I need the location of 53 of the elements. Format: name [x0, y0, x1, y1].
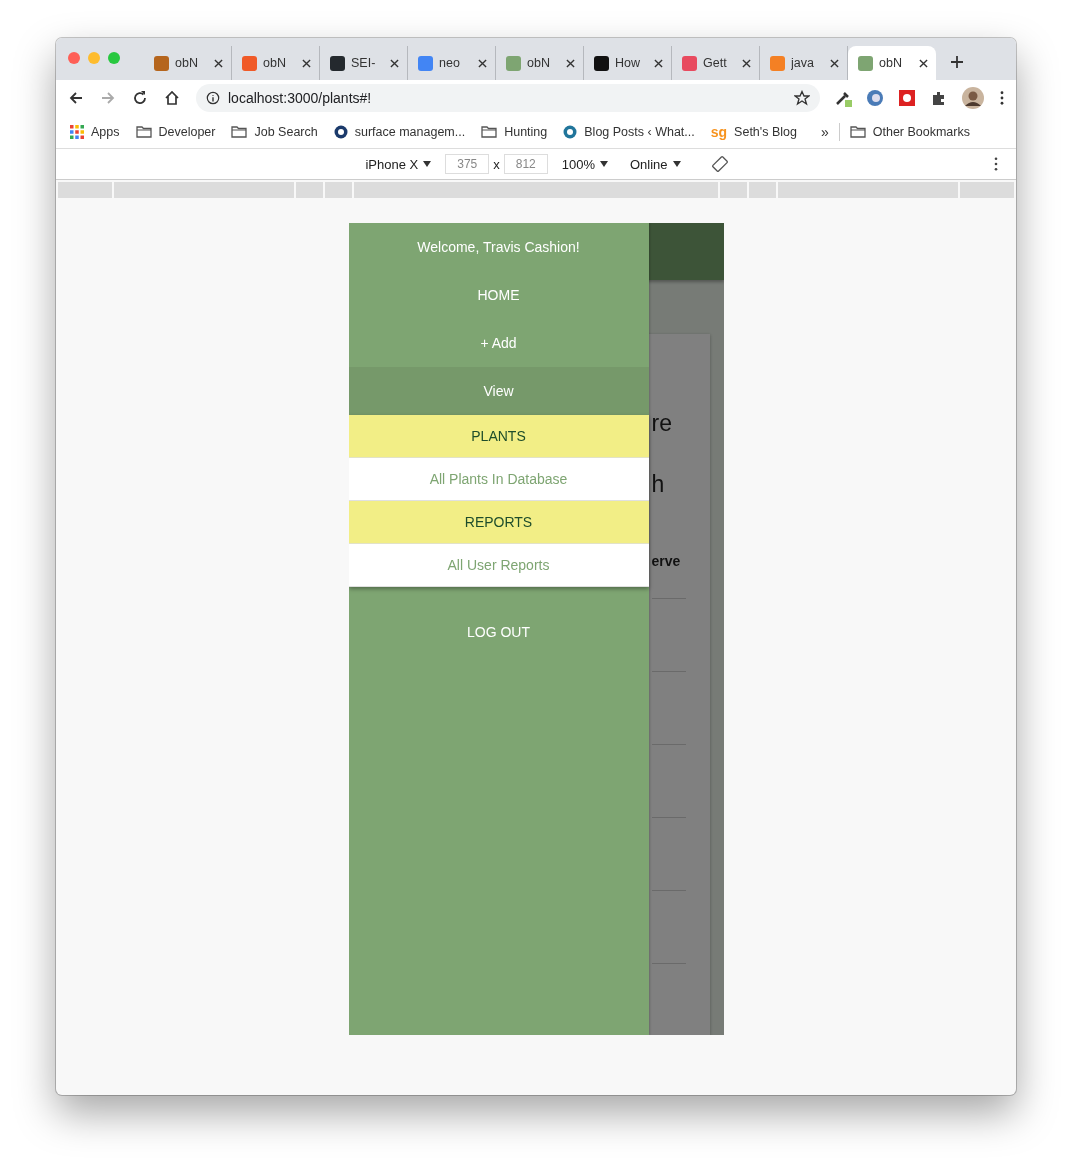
- folder-icon: [135, 125, 152, 138]
- height-field[interactable]: 812: [503, 154, 548, 174]
- close-icon[interactable]: [478, 58, 487, 68]
- reload-icon[interactable]: [132, 89, 148, 106]
- new-tab-icon[interactable]: [950, 55, 964, 69]
- back-icon[interactable]: [68, 89, 84, 106]
- bookmark[interactable]: Apps: [70, 124, 120, 139]
- extension-icon[interactable]: [898, 88, 916, 107]
- star-icon[interactable]: [794, 89, 810, 106]
- menu-heading: REPORTS: [348, 501, 649, 544]
- network-dropdown[interactable]: Online: [629, 156, 681, 172]
- rotate-icon[interactable]: [710, 155, 729, 173]
- close-icon[interactable]: [302, 58, 311, 68]
- welcome-text: Welcome, Travis Cashion!: [416, 238, 581, 257]
- home-icon[interactable]: [164, 89, 180, 106]
- bookmark[interactable]: sg Seth's Blog: [710, 123, 797, 140]
- bookmark[interactable]: Blog Posts ‹ What...: [563, 124, 695, 139]
- page-text: h: [651, 471, 666, 498]
- page-text: erve: [651, 553, 682, 569]
- bookmark[interactable]: Other Bookmarks: [849, 124, 970, 139]
- device-dropdown[interactable]: iPhone X: [365, 156, 432, 172]
- apps-grid-icon: [70, 124, 84, 139]
- caret-icon: [672, 161, 681, 167]
- close-icon[interactable]: [830, 58, 839, 68]
- more-options-icon[interactable]: [994, 157, 998, 171]
- dimension-separator: x: [493, 156, 500, 172]
- avatar-icon[interactable]: [962, 86, 984, 109]
- page-text: re: [651, 410, 673, 437]
- caret-icon: [423, 161, 432, 167]
- bookmark[interactable]: Job Search: [231, 124, 318, 139]
- width-field[interactable]: 375: [445, 154, 490, 174]
- folder-icon: [849, 125, 866, 138]
- close-icon[interactable]: [919, 58, 928, 68]
- close-icon[interactable]: [742, 58, 751, 68]
- browser-tab[interactable]: obN: [848, 46, 936, 80]
- close-icon[interactable]: [390, 58, 399, 68]
- bookmark[interactable]: surface managem...: [333, 124, 466, 139]
- close-icon[interactable]: [566, 58, 575, 68]
- zoom-dropdown[interactable]: 100%: [561, 156, 608, 172]
- circle-extension-icon[interactable]: [866, 88, 884, 107]
- close-icon[interactable]: [654, 58, 663, 68]
- menu-icon[interactable]: [1000, 90, 1004, 105]
- bookmark[interactable]: Hunting: [481, 124, 548, 139]
- info-icon[interactable]: [206, 90, 220, 105]
- close-icon[interactable]: [214, 58, 223, 68]
- caret-icon: [599, 161, 608, 167]
- bookmark[interactable]: Developer: [135, 124, 216, 139]
- site-logo: sg: [710, 123, 728, 140]
- folder-icon: [231, 125, 248, 138]
- folder-icon: [481, 125, 498, 138]
- menu-heading: PLANTS: [348, 415, 649, 458]
- more-bookmarks-button[interactable]: »: [820, 123, 829, 140]
- address-bar[interactable]: localhost:3000/plants#!: [196, 83, 820, 112]
